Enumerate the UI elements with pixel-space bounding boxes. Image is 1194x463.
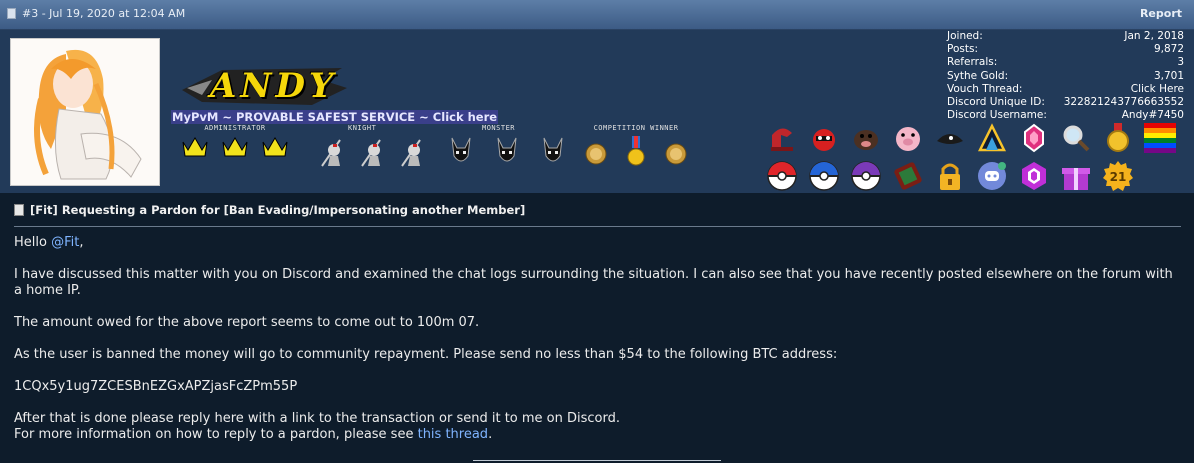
avatar[interactable] — [10, 38, 160, 186]
stat-vouch-thread: Vouch Thread: Click Here — [947, 82, 1184, 96]
title-text: Requesting a Pardon for [Ban Evading/Imp… — [61, 203, 526, 217]
medal-icon — [585, 143, 607, 165]
rank-label: KNIGHT — [348, 124, 377, 132]
svg-text:21: 21 — [1110, 170, 1127, 184]
paragraph: As the user is banned the money will go … — [14, 347, 838, 362]
helmet-icon[interactable] — [765, 121, 799, 155]
superball-icon[interactable] — [807, 159, 841, 193]
user-logo-text: ANDY — [210, 66, 338, 106]
signature-divider — [473, 460, 721, 461]
magnifier-icon[interactable] — [1059, 121, 1093, 155]
rank-knight: KNIGHT — [318, 124, 424, 168]
post-meta[interactable]: #3 - Jul 19, 2020 at 12:04 AM — [22, 7, 185, 20]
crown-icon — [182, 137, 208, 157]
rank-label: COMPETITION WINNER — [593, 124, 679, 132]
monster-icon — [497, 137, 517, 162]
document-icon — [7, 8, 16, 19]
rank-monster: MONSTER — [448, 124, 566, 168]
monster-icon — [451, 137, 471, 162]
mention-link[interactable]: @Fit — [51, 235, 79, 250]
title-prefix: [Fit] — [30, 203, 58, 217]
gem-icon[interactable] — [1017, 121, 1051, 155]
stat-discord-id: Discord Unique ID: 322821243776663552 — [947, 96, 1184, 109]
post-title: [Fit] Requesting a Pardon for [Ban Evadi… — [14, 203, 525, 217]
user-title-logo: ANDY — [182, 60, 352, 110]
paragraph: After that is done please reply here wit… — [14, 411, 620, 442]
knight-icon — [361, 139, 381, 167]
post-body: Hello @Fit, I have discussed this matter… — [14, 235, 1184, 459]
discord-icon[interactable] — [975, 159, 1009, 193]
masterball-icon[interactable] — [849, 159, 883, 193]
pig-icon[interactable] — [891, 121, 925, 155]
trophy-badges: 21 — [765, 121, 1185, 197]
post-header-bar: #3 - Jul 19, 2020 at 12:04 AM Report — [0, 0, 1194, 30]
phone-icon[interactable] — [891, 159, 925, 193]
thread-link[interactable]: this thread — [418, 427, 488, 442]
paragraph: The amount owed for the above report see… — [14, 315, 480, 330]
medal-icon — [627, 136, 645, 166]
rainbow-flag-icon[interactable] — [1143, 121, 1177, 155]
greeting: Hello @Fit, — [14, 235, 84, 250]
stat-sythe-gold: Sythe Gold: 3,701 — [947, 69, 1184, 82]
crown-icon — [262, 137, 288, 157]
rank-competition-winner: COMPETITION WINNER — [585, 124, 687, 168]
lock-icon[interactable] — [933, 159, 967, 193]
user-stats: Joined: Jan 2, 2018 Posts: 9,872 Referrals… — [947, 30, 1184, 122]
document-icon — [14, 204, 24, 216]
user-info-panel: ANDY MyPvM ~ PROVABLE SAFEST SERVICE ~ C… — [0, 30, 1194, 193]
knight-icon — [321, 139, 341, 167]
gold-medal-icon[interactable] — [1101, 121, 1135, 155]
stat-posts: Posts: 9,872 — [947, 43, 1184, 56]
rank-label: ADMINISTRATOR — [204, 124, 266, 132]
bomb-icon[interactable] — [807, 121, 841, 155]
stat-referrals: Referrals: 3 — [947, 56, 1184, 69]
monster-icon — [543, 137, 563, 162]
mole-icon[interactable] — [849, 121, 883, 155]
crown-icon — [222, 137, 248, 157]
crystal-icon[interactable] — [975, 121, 1009, 155]
medal-icon — [665, 143, 687, 165]
signature-link[interactable]: MyPvM ~ PROVABLE SAFEST SERVICE ~ Click … — [171, 110, 499, 124]
rank-label: MONSTER — [482, 124, 516, 132]
paragraph: I have discussed this matter with you on… — [14, 267, 1173, 298]
badge-21-icon[interactable]: 21 — [1101, 159, 1135, 193]
pokeball-icon[interactable] — [765, 159, 799, 193]
knight-icon — [401, 139, 421, 167]
gift-icon[interactable] — [1059, 159, 1093, 193]
hexagon-icon[interactable] — [1017, 159, 1051, 193]
btc-address: 1CQx5y1ug7ZCESBnEZGxAPZjasFcZPm55P — [14, 379, 298, 394]
post-content: [Fit] Requesting a Pardon for [Ban Evadi… — [0, 193, 1194, 463]
divider — [14, 226, 1181, 227]
stat-joined: Joined: Jan 2, 2018 — [947, 30, 1184, 42]
report-link[interactable]: Report — [1140, 7, 1182, 20]
hat-icon[interactable] — [933, 121, 967, 155]
vouch-thread-link[interactable]: Click Here — [1131, 83, 1184, 96]
rank-administrator: ADMINISTRATOR — [182, 124, 288, 158]
